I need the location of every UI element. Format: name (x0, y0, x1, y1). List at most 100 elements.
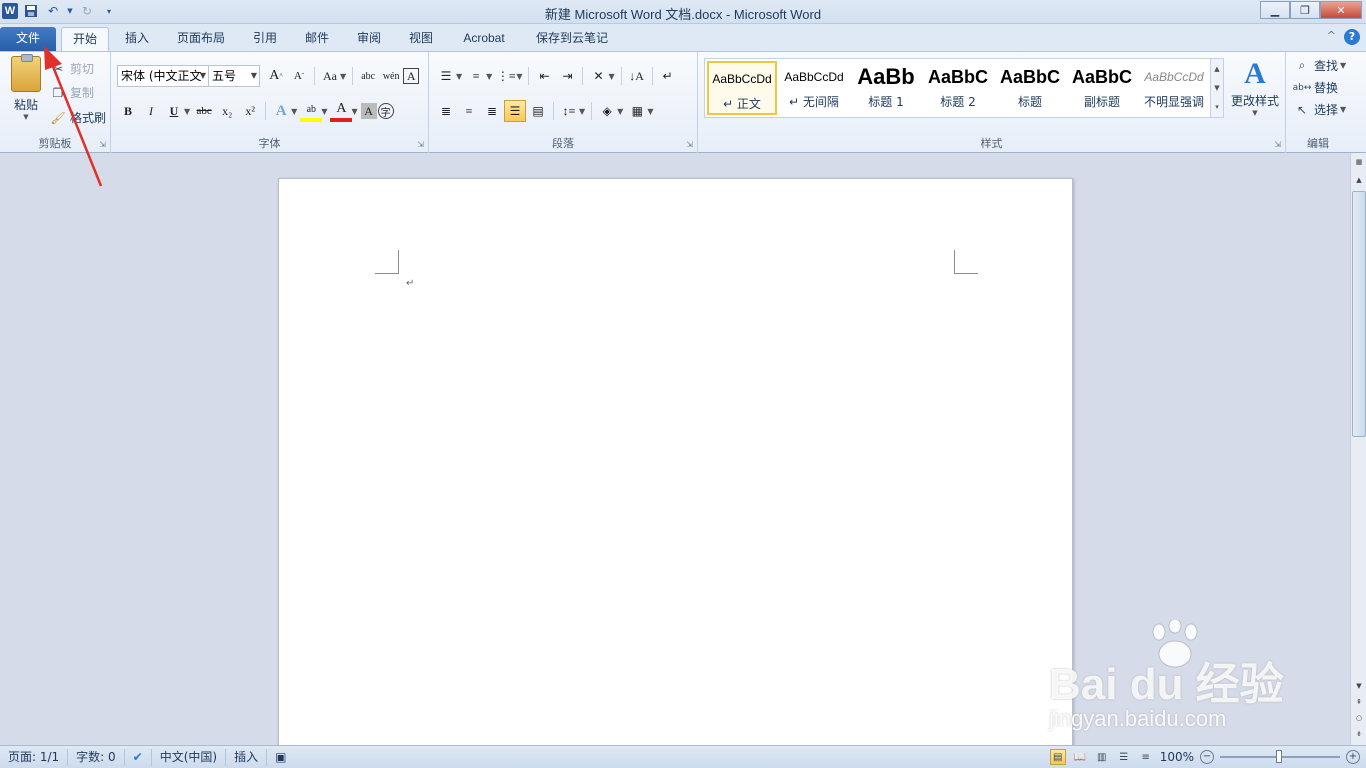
change-case-dropdown-icon[interactable]: ▼ (340, 72, 346, 81)
borders-dropdown-icon[interactable]: ▼ (647, 107, 653, 116)
highlight-dropdown-icon[interactable]: ▼ (321, 107, 327, 116)
style-title[interactable]: AaBbC 标题 (995, 61, 1065, 115)
select-button[interactable]: ↖ 选择 ▼ (1294, 101, 1348, 118)
language-indicator[interactable]: 中文(中国) (152, 748, 227, 766)
zoom-out-icon[interactable]: − (1200, 750, 1214, 764)
align-left-icon[interactable]: ≣ (435, 100, 457, 122)
align-right-icon[interactable]: ≣ (481, 100, 503, 122)
font-launcher-icon[interactable]: ⇲ (417, 140, 424, 149)
style-subtitle[interactable]: AaBbC 副标题 (1067, 61, 1137, 115)
insert-mode[interactable]: 插入 (226, 748, 268, 766)
replace-button[interactable]: ab↔ 替换 (1293, 79, 1338, 96)
style-subtle-emphasis[interactable]: AaBbCcDd 不明显强调 (1139, 61, 1209, 115)
tab-save-to-cloud-notes[interactable]: 保存到云笔记 (526, 27, 618, 51)
grow-font-button[interactable]: A ^ (265, 65, 287, 87)
page-count[interactable]: 页面: 1/1 (0, 748, 69, 766)
line-spacing-icon[interactable]: ↕≡ (558, 100, 580, 122)
format-painter-button[interactable]: 🖌 格式刷 (50, 109, 106, 126)
gallery-down-icon[interactable]: ▼ (1214, 84, 1219, 92)
shading-dropdown-icon[interactable]: ▼ (617, 107, 623, 116)
bullets-dropdown-icon[interactable]: ▼ (456, 72, 462, 81)
tab-view[interactable]: 视图 (400, 27, 442, 51)
styles-launcher-icon[interactable]: ⇲ (1274, 140, 1281, 149)
paste-dropdown-icon[interactable]: ▼ (8, 113, 44, 121)
clipboard-launcher-icon[interactable]: ⇲ (99, 140, 106, 149)
select-dropdown-icon[interactable]: ▼ (1340, 105, 1346, 114)
tab-home[interactable]: 开始 (61, 27, 109, 51)
subscript-button[interactable]: x₂ (216, 100, 238, 122)
strikethrough-button[interactable]: abc (193, 100, 215, 122)
decrease-indent-icon[interactable]: ⇤ (533, 65, 555, 87)
web-layout-icon[interactable]: ▥ (1094, 749, 1110, 765)
numbering-dropdown-icon[interactable]: ▼ (486, 72, 492, 81)
help-icon[interactable]: ? (1344, 29, 1360, 45)
tab-acrobat[interactable]: Acrobat (452, 27, 516, 51)
line-spacing-dropdown-icon[interactable]: ▼ (579, 107, 585, 116)
highlight-icon[interactable]: ab (300, 100, 323, 122)
zoom-slider[interactable] (1220, 750, 1340, 763)
previous-page-icon[interactable]: ⇞ (1352, 695, 1366, 709)
enclosed-character-icon[interactable]: 字 (377, 103, 394, 119)
underline-button[interactable]: U (163, 100, 185, 122)
chinese-layout-dropdown-icon[interactable]: ▼ (608, 72, 614, 81)
gallery-more-icon[interactable]: ▾ (1215, 103, 1219, 111)
shrink-font-button[interactable]: Aˇ (288, 65, 310, 87)
bold-button[interactable]: B (117, 100, 139, 122)
browse-object-icon[interactable]: ○ (1352, 711, 1366, 725)
change-case-button[interactable]: Aa (319, 65, 341, 87)
bullets-icon[interactable]: ☰ (435, 65, 457, 87)
text-effects-dropdown-icon[interactable]: ▼ (291, 107, 297, 116)
gallery-up-icon[interactable]: ▲ (1214, 65, 1219, 73)
character-shading-icon[interactable]: A (360, 103, 377, 119)
outline-view-icon[interactable]: ☰ (1116, 749, 1132, 765)
tab-review[interactable]: 审阅 (348, 27, 390, 51)
character-border-icon[interactable]: A (403, 68, 420, 84)
sort-icon[interactable]: ↓A (626, 65, 648, 87)
zoom-slider-knob[interactable] (1276, 750, 1282, 763)
full-screen-reading-icon[interactable]: 📖 (1072, 749, 1088, 765)
multilevel-list-icon[interactable]: ⋮≡ (495, 65, 517, 87)
italic-button[interactable]: I (140, 100, 162, 122)
text-effects-icon[interactable]: A (270, 100, 292, 122)
ruler-toggle-icon[interactable]: ▦ (1352, 155, 1366, 169)
numbering-icon[interactable]: ≡ (465, 65, 487, 87)
font-color-dropdown-icon[interactable]: ▼ (351, 107, 357, 116)
proofing-icon[interactable]: ✔ (125, 748, 152, 766)
copy-button[interactable]: ❐ 复制 (50, 84, 94, 101)
document-page[interactable]: ↵ (278, 178, 1073, 745)
align-center-icon[interactable]: ≡ (458, 100, 480, 122)
borders-icon[interactable]: ▦ (626, 100, 648, 122)
tab-page-layout[interactable]: 页面布局 (168, 27, 234, 51)
tab-mailings[interactable]: 邮件 (296, 27, 338, 51)
print-layout-view-icon[interactable]: ▤ (1049, 749, 1066, 765)
macro-record-icon[interactable]: ▣ (267, 749, 294, 766)
font-size-combo[interactable]: 五号 ▼ (208, 65, 260, 87)
next-page-icon[interactable]: ⇟ (1352, 727, 1366, 741)
find-button[interactable]: ⌕ 查找 ▼ (1294, 57, 1348, 74)
font-name-combo[interactable]: 宋体 (中文正文 ▼ (117, 65, 209, 87)
cut-button[interactable]: ✂ 剪切 (50, 60, 94, 77)
multilevel-dropdown-icon[interactable]: ▼ (516, 72, 522, 81)
style-heading-1[interactable]: AaBb 标题 1 (851, 61, 921, 115)
minimize-ribbon-icon[interactable]: ^ (1327, 29, 1336, 45)
justify-icon[interactable]: ☰ (504, 100, 526, 122)
scroll-down-icon[interactable]: ▼ (1352, 679, 1366, 693)
underline-dropdown-icon[interactable]: ▼ (184, 107, 190, 116)
style-heading-2[interactable]: AaBbC 标题 2 (923, 61, 993, 115)
paste-button[interactable]: 粘贴 ▼ (8, 54, 44, 121)
paragraph-launcher-icon[interactable]: ⇲ (686, 140, 693, 149)
find-dropdown-icon[interactable]: ▼ (1340, 61, 1346, 70)
minimize-button[interactable]: ▁ (1260, 1, 1290, 19)
maximize-button[interactable]: ❐ (1290, 1, 1320, 19)
style-no-spacing[interactable]: AaBbCcDd ↵ 无间隔 (779, 61, 849, 115)
close-button[interactable]: ✕ (1320, 1, 1362, 19)
scroll-up-icon[interactable]: ▲ (1352, 173, 1366, 187)
superscript-button[interactable]: x² (239, 100, 261, 122)
font-color-icon[interactable]: A (330, 100, 353, 122)
scroll-thumb[interactable] (1352, 191, 1366, 437)
draft-view-icon[interactable]: ≡ (1138, 749, 1154, 765)
font-name-dropdown-icon[interactable]: ▼ (200, 66, 206, 86)
zoom-in-icon[interactable]: + (1346, 750, 1360, 764)
tab-references[interactable]: 引用 (244, 27, 286, 51)
phonetic-guide-icon[interactable]: abc (357, 65, 379, 87)
